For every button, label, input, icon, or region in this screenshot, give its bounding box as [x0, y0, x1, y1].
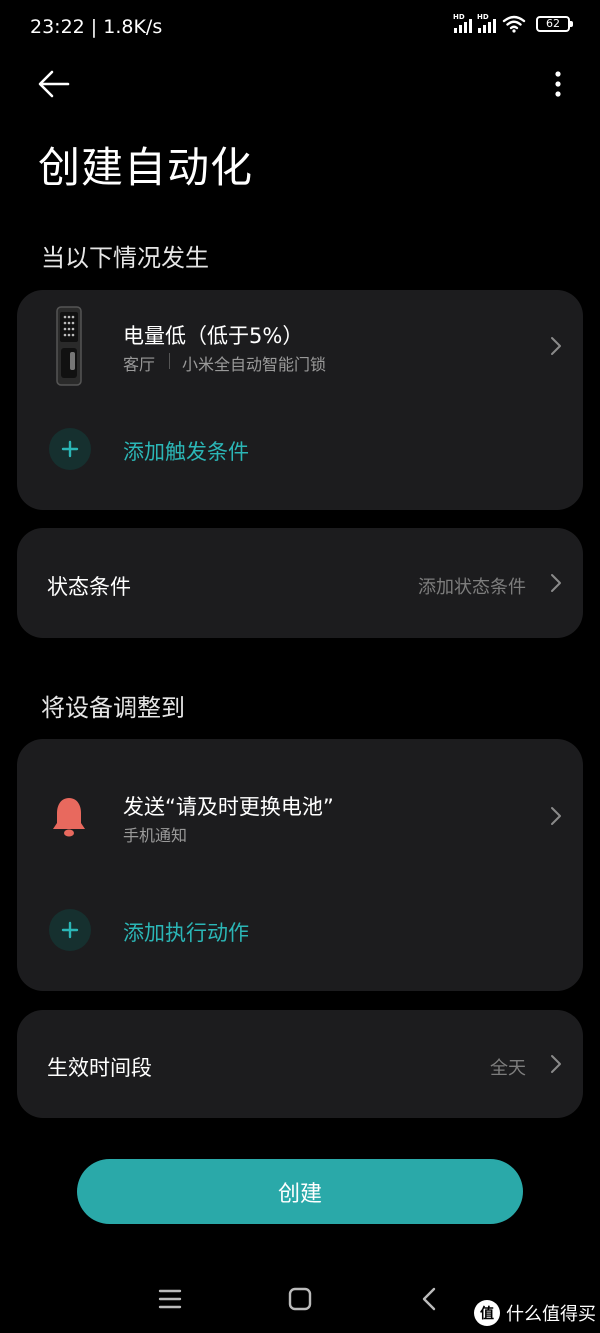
trigger-section-label: 当以下情况发生 — [41, 244, 209, 272]
signal-icon: HD — [477, 13, 496, 33]
plus-icon — [61, 440, 79, 458]
trigger-condition-device: 小米全自动智能门锁 — [182, 355, 327, 374]
watermark-logo: 值 — [474, 1300, 500, 1326]
back-chevron-icon — [422, 1287, 436, 1311]
state-condition-card[interactable]: 状态条件 添加状态条件 — [17, 528, 583, 638]
battery-indicator: 62 — [536, 16, 573, 32]
state-condition-label: 状态条件 — [47, 575, 131, 599]
status-bar: 23:22 | 1.8K/s HD HD 62 — [0, 0, 600, 56]
arrow-left-icon — [38, 70, 70, 98]
add-circle — [49, 909, 91, 951]
action-title: 发送“请及时更换电池” — [123, 795, 334, 819]
status-time: 23:22 | 1.8K/s — [30, 16, 163, 38]
add-trigger-label: 添加触发条件 — [123, 440, 249, 464]
watermark-text: 什么值得买 — [506, 1304, 596, 1325]
more-button[interactable] — [545, 66, 571, 102]
chevron-right-icon — [551, 574, 561, 592]
trigger-condition-row[interactable]: 电量低（低于5%） 客厅 小米全自动智能门锁 — [17, 290, 583, 400]
home-square-icon — [288, 1287, 312, 1311]
signal-icon: HD — [453, 13, 472, 33]
back-button[interactable] — [36, 66, 72, 102]
action-section-label: 将设备调整到 — [41, 694, 185, 722]
watermark: 值 什么值得买 — [474, 1300, 596, 1326]
system-back-button[interactable] — [417, 1286, 443, 1312]
create-button-label: 创建 — [277, 1181, 322, 1207]
separator — [169, 353, 170, 369]
bell-icon — [53, 798, 85, 837]
trigger-condition-title: 电量低（低于5%） — [123, 324, 304, 348]
state-condition-hint: 添加状态条件 — [418, 577, 526, 598]
effective-time-card[interactable]: 生效时间段 全天 — [17, 1010, 583, 1118]
wifi-icon — [502, 15, 526, 33]
signal-hd-label: HD — [453, 13, 465, 21]
chevron-right-icon — [551, 1055, 561, 1073]
signal-hd-label: HD — [477, 13, 489, 21]
add-circle — [49, 428, 91, 470]
door-lock-icon — [56, 306, 82, 386]
add-action-label: 添加执行动作 — [123, 921, 249, 945]
menu-icon — [158, 1289, 182, 1309]
more-vertical-icon — [555, 71, 561, 97]
effective-time-value: 全天 — [490, 1058, 526, 1079]
add-action-button[interactable]: 添加执行动作 — [17, 891, 583, 971]
chevron-right-icon — [551, 337, 561, 355]
recent-apps-button[interactable] — [157, 1286, 183, 1312]
home-button[interactable] — [287, 1286, 313, 1312]
trigger-condition-room: 客厅 — [123, 355, 156, 374]
status-icons: HD HD 62 — [453, 13, 573, 33]
add-trigger-button[interactable]: 添加触发条件 — [17, 410, 583, 490]
chevron-right-icon — [551, 807, 561, 825]
action-row[interactable]: 发送“请及时更换电池” 手机通知 — [17, 759, 583, 869]
action-subtitle: 手机通知 — [123, 826, 188, 845]
page-title: 创建自动化 — [38, 143, 254, 192]
effective-time-label: 生效时间段 — [47, 1056, 152, 1080]
action-card: 发送“请及时更换电池” 手机通知 添加执行动作 — [17, 739, 583, 991]
plus-icon — [61, 921, 79, 939]
trigger-card: 电量低（低于5%） 客厅 小米全自动智能门锁 添加触发条件 — [17, 290, 583, 510]
create-button[interactable]: 创建 — [77, 1159, 523, 1224]
